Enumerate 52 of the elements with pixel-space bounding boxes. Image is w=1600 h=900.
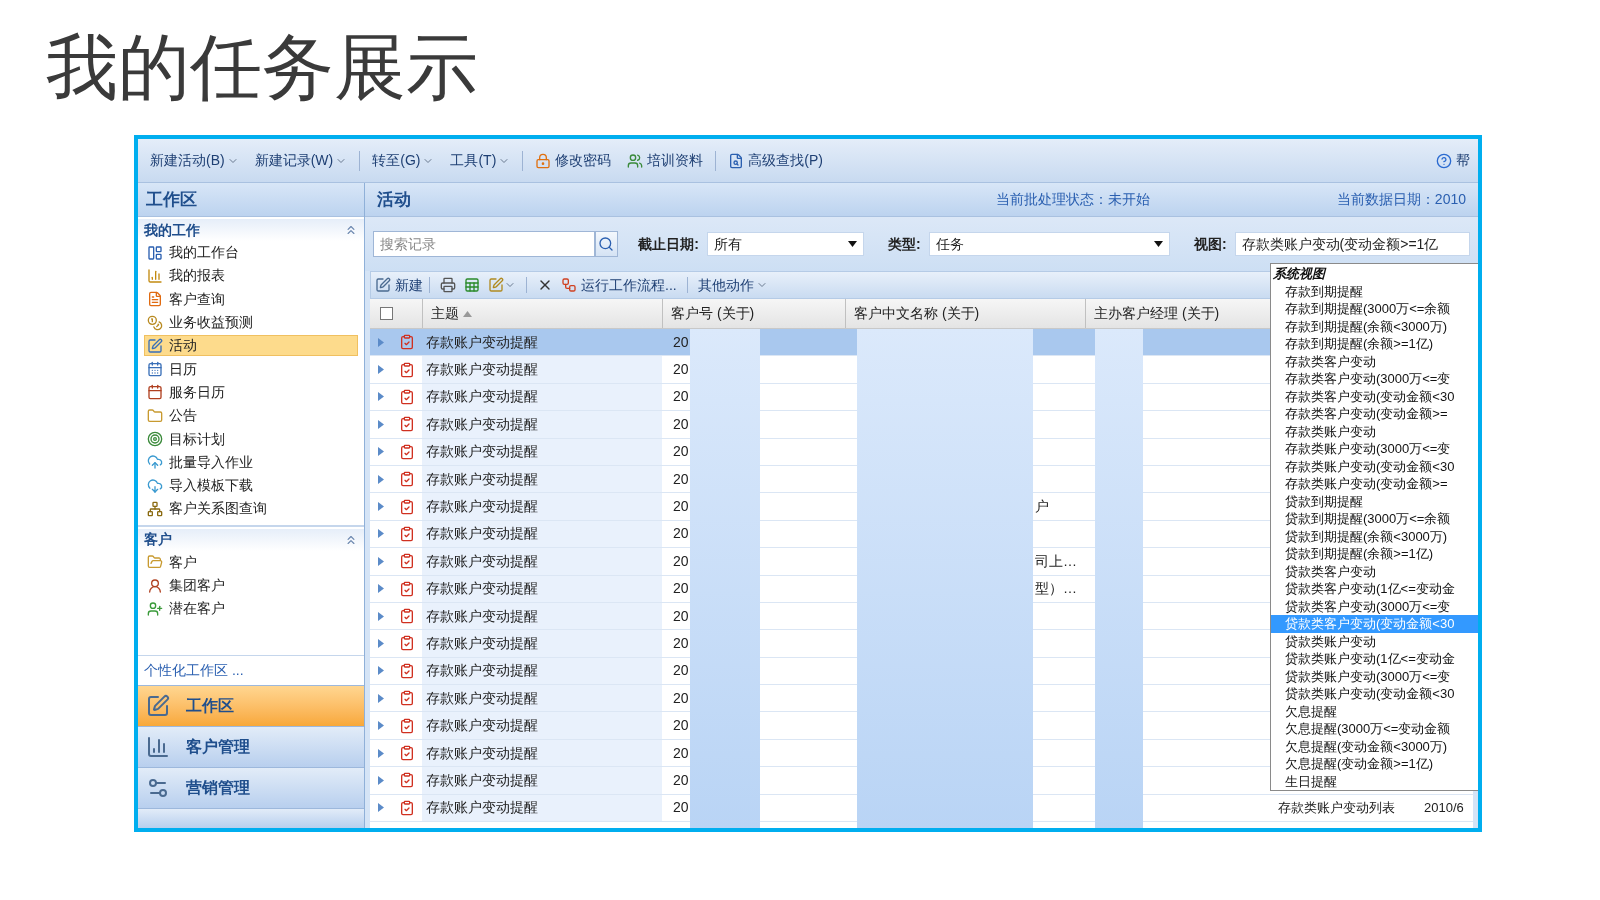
table-cell-text: 存款账户变动提醒	[426, 524, 538, 544]
table-cell-text: 20	[673, 661, 689, 681]
table-cell-text: 司上…	[1035, 551, 1077, 571]
table-cell-text: 20	[673, 743, 689, 763]
table-cell-text: 20	[673, 387, 689, 407]
table-cell-text: 20	[673, 442, 689, 462]
table-cell-text: 户	[1035, 497, 1049, 517]
table-cell-text: 存款账户变动提醒	[426, 360, 538, 380]
table-cell-text: 20	[673, 497, 689, 517]
batch-status: 当前批处理状态：未开始	[996, 190, 1150, 209]
table-cell-text: 20	[673, 579, 689, 599]
table-cell-text: 存款账户变动提醒	[426, 770, 538, 790]
table-cell-text: 存款账户变动提醒	[426, 798, 538, 818]
table-cell-text: 存款账户变动提醒	[426, 442, 538, 462]
table-cell-text: 存款账户变动提醒	[426, 743, 538, 763]
data-date: 当前数据日期：2010	[1336, 190, 1466, 209]
table-cell-text: 20	[673, 716, 689, 736]
section-title: 客户	[144, 530, 172, 550]
table-cell-text: 20	[673, 606, 689, 626]
table-cell-text: 存款账户变动提醒	[426, 606, 538, 626]
table-cell-text: 20	[673, 332, 689, 352]
table-cell-text: 存款类账户变动列表	[1278, 799, 1395, 818]
table-cell-text: 20	[673, 414, 689, 434]
table-cell-text: 存款账户变动提醒	[426, 414, 538, 434]
table-cell-text: 存款账户变动提醒	[426, 332, 538, 352]
table-cell-text: 存款账户变动提醒	[426, 551, 538, 571]
table-cell-text: 20	[673, 688, 689, 708]
table-cell-text: 存款账户变动提醒	[426, 688, 538, 708]
table-cell-text: 存款账户变动提醒	[426, 716, 538, 736]
table-cell-text: 20	[673, 551, 689, 571]
table-cell-text: 2010/6	[1424, 799, 1464, 818]
table-cell-text: 存款账户变动提醒	[426, 469, 538, 489]
page-title: 活动	[377, 188, 411, 211]
table-cell-text: 存款账户变动提醒	[426, 387, 538, 407]
group-heading: 系统视图	[1273, 265, 1325, 283]
table-cell-text: 存款账户变动提醒	[426, 634, 538, 653]
slide-title: 我的任务展示	[46, 26, 479, 109]
table-cell-text: 存款账户变动提醒	[426, 579, 538, 599]
table-cell-text: 存款账户变动提醒	[426, 497, 538, 517]
filter-label: 截止日期:	[638, 234, 699, 254]
section-title: 我的工作	[144, 220, 200, 240]
table-cell-text: 20	[673, 634, 689, 653]
table-cell-text: 20	[673, 770, 689, 790]
sidebar-title: 工作区	[146, 188, 197, 211]
table-cell-text: 20	[673, 360, 689, 380]
filter-label: 类型:	[887, 234, 921, 254]
table-cell-text: 20	[673, 469, 689, 489]
filter-label: 视图:	[1193, 234, 1227, 254]
table-cell-text: 存款账户变动提醒	[426, 661, 538, 681]
table-cell-text: 20	[673, 524, 689, 544]
table-cell-text: 型）…	[1035, 579, 1077, 599]
table-cell-text: 20	[673, 798, 689, 818]
